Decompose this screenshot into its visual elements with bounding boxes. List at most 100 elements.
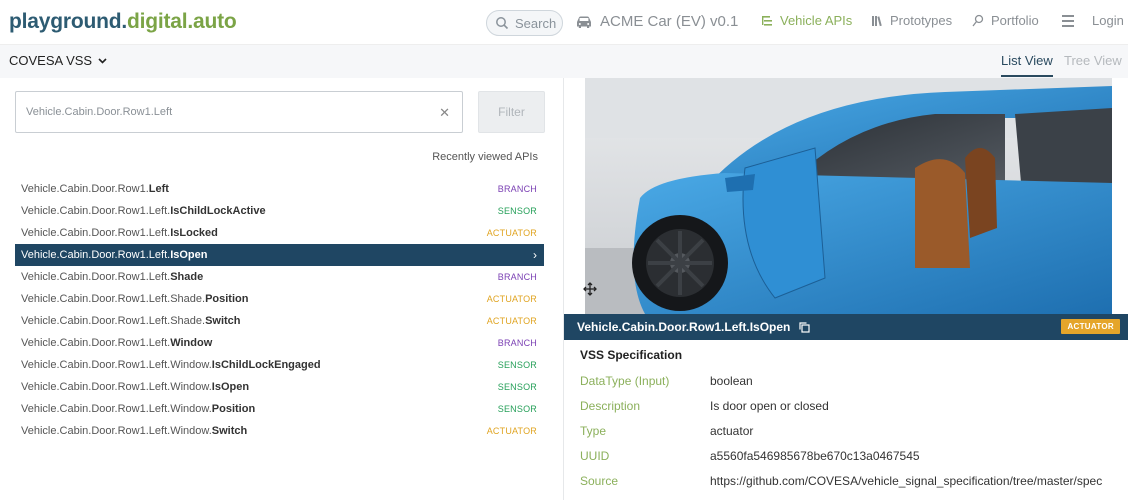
api-detail-title: Vehicle.Cabin.Door.Row1.Left.IsOpen <box>577 320 791 334</box>
logo-text-part1: playground. <box>9 10 127 33</box>
portfolio-icon <box>972 14 984 27</box>
api-name-prefix: Vehicle.Cabin.Door.Row1.Left.Window. <box>21 425 212 437</box>
api-type-label: ACTUATOR <box>486 228 537 238</box>
search-box[interactable] <box>486 10 563 36</box>
vss-version-dropdown[interactable]: COVESA VSS <box>9 53 107 68</box>
car-illustration <box>585 78 1112 314</box>
api-name: Vehicle.Cabin.Door.Row1.Left.IsOpen <box>21 249 208 261</box>
tab-list-view[interactable]: List View <box>1001 53 1053 77</box>
api-list-item[interactable]: Vehicle.Cabin.Door.Row1.Left.IsChildLock… <box>15 200 544 222</box>
library-icon <box>872 15 882 26</box>
api-type-label: SENSOR <box>497 206 537 216</box>
nav-vehicle-apis[interactable]: Vehicle APIs <box>761 13 852 28</box>
logo-text-part2: digital.auto <box>126 10 237 33</box>
api-type-label: ACTUATOR <box>486 426 537 436</box>
login-link[interactable]: Login <box>1092 13 1124 28</box>
nav-prototypes[interactable]: Prototypes <box>871 13 952 28</box>
spec-value: actuator <box>710 424 754 438</box>
api-list-item[interactable]: Vehicle.Cabin.Door.Row1.Left.Window.Swit… <box>15 420 544 442</box>
spec-key: Description <box>580 399 641 413</box>
api-type-label: BRANCH <box>497 184 537 194</box>
pane-divider[interactable] <box>563 78 564 500</box>
api-name-leaf: IsOpen <box>170 249 208 261</box>
api-name-prefix: Vehicle.Cabin.Door.Row1.Left. <box>21 227 171 239</box>
api-list-item[interactable]: Vehicle.Cabin.Door.Row1.Left.Window.IsOp… <box>15 376 544 398</box>
list-tree-icon <box>762 15 772 26</box>
spec-row: Type actuator <box>580 424 753 438</box>
api-list-item[interactable]: Vehicle.Cabin.Door.Row1.Left.Shade.Posit… <box>15 288 544 310</box>
api-name-prefix: Vehicle.Cabin.Door.Row1.Left. <box>21 271 171 283</box>
spec-key: Source <box>580 474 619 488</box>
api-name-leaf: IsChildLockEngaged <box>211 359 321 371</box>
api-name-prefix: Vehicle.Cabin.Door.Row1.Left.Shade. <box>21 293 206 305</box>
spec-value: boolean <box>710 374 753 388</box>
api-name: Vehicle.Cabin.Door.Row1.Left.IsLocked <box>21 227 218 239</box>
api-name: Vehicle.Cabin.Door.Row1.Left.Window <box>21 337 212 349</box>
api-name-prefix: Vehicle.Cabin.Door.Row1.Left.Window. <box>21 359 212 371</box>
api-name-prefix: Vehicle.Cabin.Door.Row1.Left.Window. <box>21 403 212 415</box>
api-name-leaf: IsChildLockActive <box>170 205 266 217</box>
api-name-leaf: Position <box>205 293 249 305</box>
api-filter-input[interactable] <box>26 106 426 118</box>
api-type-label: BRANCH <box>497 272 537 282</box>
spec-value[interactable]: https://github.com/COVESA/vehicle_signal… <box>710 474 1102 488</box>
api-list-item[interactable]: Vehicle.Cabin.Door.Row1.Left.IsLocked ACT… <box>15 222 544 244</box>
spec-key: UUID <box>580 449 610 463</box>
api-detail-header: Vehicle.Cabin.Door.Row1.Left.IsOpen ACTU… <box>564 314 1128 340</box>
api-name-prefix: Vehicle.Cabin.Door.Row1.Left.Window. <box>21 381 212 393</box>
api-name: Vehicle.Cabin.Door.Row1.Left <box>21 183 169 195</box>
spec-row: UUID a5560fa546985678be670c13a0467545 <box>580 449 920 463</box>
api-list-item[interactable]: Vehicle.Cabin.Door.Row1.Left.Shade.Switc… <box>15 310 544 332</box>
sub-header: COVESA VSS List View Tree View <box>0 45 1128 78</box>
spec-value: Is door open or closed <box>710 399 829 413</box>
api-name-prefix: Vehicle.Cabin.Door.Row1.Left. <box>21 337 171 349</box>
filter-button[interactable]: Filter <box>478 91 545 133</box>
car-3d-view[interactable] <box>585 78 1112 314</box>
move-icon[interactable] <box>582 281 598 297</box>
recently-viewed-link[interactable]: Recently viewed APIs <box>432 151 538 163</box>
api-name-leaf: Shade <box>170 271 204 283</box>
api-name-prefix: Vehicle.Cabin.Door.Row1.Left. <box>21 205 171 217</box>
car-icon <box>577 16 591 28</box>
api-type-label: ACTUATOR <box>486 294 537 304</box>
spec-key: Type <box>580 424 607 438</box>
api-name-leaf: Left <box>148 183 169 195</box>
api-name-prefix: Vehicle.Cabin.Door.Row1. <box>21 183 149 195</box>
api-type-badge: ACTUATOR <box>1061 319 1120 334</box>
api-list-item[interactable]: Vehicle.Cabin.Door.Row1.Left.Window.Posi… <box>15 398 544 420</box>
copy-icon[interactable] <box>799 321 810 333</box>
car-model-selector[interactable]: ACME Car (EV) v0.1 <box>575 13 738 30</box>
api-name-prefix: Vehicle.Cabin.Door.Row1.Left. <box>21 249 171 261</box>
api-type-label: SENSOR <box>497 382 537 392</box>
spec-row: DataType (Input) boolean <box>580 374 753 388</box>
car-model-label: ACME Car (EV) v0.1 <box>600 13 739 30</box>
nav-portfolio[interactable]: Portfolio <box>972 13 1039 28</box>
api-type-label: SENSOR <box>497 360 537 370</box>
spec-key: DataType (Input) <box>580 374 670 388</box>
api-name: Vehicle.Cabin.Door.Row1.Left.Window.IsCh… <box>21 359 321 371</box>
api-name-leaf: Position <box>211 403 256 415</box>
clear-icon[interactable]: ✕ <box>439 105 450 121</box>
api-name-leaf: Switch <box>211 425 248 437</box>
spec-value: a5560fa546985678be670c13a0467545 <box>710 449 920 463</box>
api-list-item[interactable]: Vehicle.Cabin.Door.Row1.Left.Shade BRANCH <box>15 266 544 288</box>
chevron-right-icon: › <box>533 248 537 262</box>
search-input[interactable] <box>515 15 559 31</box>
api-list-item[interactable]: Vehicle.Cabin.Door.Row1.Left.Window BRANC… <box>15 332 544 354</box>
site-logo[interactable]: playground.digital.auto <box>9 10 237 34</box>
api-name: Vehicle.Cabin.Door.Row1.Left.Shade <box>21 271 203 283</box>
api-list: Vehicle.Cabin.Door.Row1.Left BRANCH Vehicl… <box>15 178 544 442</box>
tab-tree-view[interactable]: Tree View <box>1064 53 1122 68</box>
nav-vehicle-apis-label: Vehicle APIs <box>780 13 853 28</box>
vss-version-label: COVESA VSS <box>9 53 93 68</box>
api-name: Vehicle.Cabin.Door.Row1.Left.Window.Posi… <box>21 403 255 415</box>
api-list-item[interactable]: Vehicle.Cabin.Door.Row1.Left BRANCH <box>15 178 544 200</box>
api-list-item[interactable]: Vehicle.Cabin.Door.Row1.Left.Window.IsCh… <box>15 354 544 376</box>
spec-row: Description Is door open or closed <box>580 399 829 413</box>
api-name-leaf: Window <box>170 337 213 349</box>
api-list-item[interactable]: Vehicle.Cabin.Door.Row1.Left.IsOpen › <box>15 244 544 266</box>
api-name-leaf: IsLocked <box>170 227 218 239</box>
hamburger-menu-icon[interactable] <box>1062 15 1074 27</box>
nav-portfolio-label: Portfolio <box>991 13 1039 28</box>
api-filter-field[interactable]: ✕ <box>15 91 463 133</box>
